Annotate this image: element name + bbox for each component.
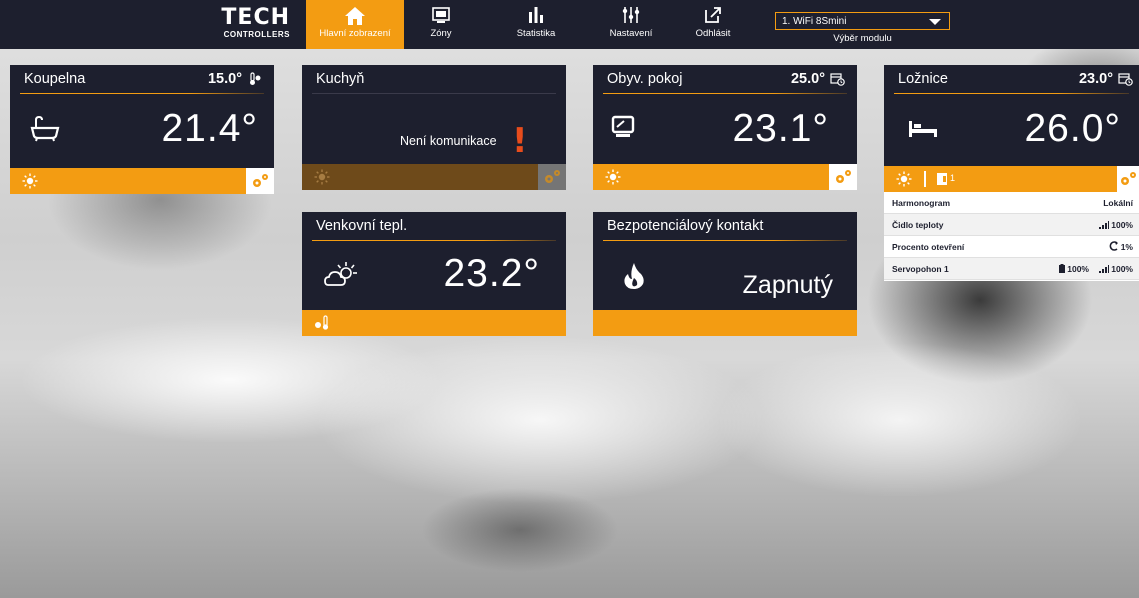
detail-row-actuator: Servopohon 1 100% 100% — [884, 258, 1139, 280]
tile-footer — [302, 164, 566, 190]
set-temperature: 25.0° — [790, 71, 825, 87]
tile-header: Obyv. pokoj 25.0° — [593, 65, 857, 92]
module-select[interactable]: 1. WiFi 8Smini — [775, 12, 950, 30]
logo: TECH CONTROLLERS — [221, 5, 290, 40]
flame-icon — [623, 262, 645, 295]
top-navigation-bar: TECH CONTROLLERS Hlavní zobrazení Zóny S… — [0, 0, 1139, 49]
tile-footer — [10, 168, 274, 194]
set-temperature: 23.0° — [1078, 71, 1113, 87]
calendar-clock-icon — [830, 72, 845, 91]
tile-header: Ložnice 23.0° — [884, 65, 1139, 92]
tile-title: Kuchyň — [316, 71, 365, 87]
tile-title: Koupelna — [24, 71, 86, 87]
signal-icon — [1099, 259, 1110, 281]
window-sensor-icon — [936, 172, 948, 191]
tile-bezpotencialovy-kontakt[interactable]: Bezpotenciálový kontakt Zapnutý — [593, 212, 857, 336]
tile-obyvaci-pokoj[interactable]: Obyv. pokoj 25.0° 23.1° — [593, 65, 857, 190]
thermometer-icon — [248, 72, 262, 91]
no-communication-message: Není komunikace — [400, 134, 497, 148]
current-temperature: 21.4° — [161, 107, 258, 150]
footer-separator — [924, 171, 926, 187]
current-temperature: 23.1° — [732, 107, 829, 150]
divider — [20, 93, 264, 94]
gears-icon[interactable] — [829, 164, 857, 190]
tile-title: Bezpotenciálový kontakt — [607, 218, 764, 234]
sun-icon — [605, 169, 621, 190]
home-icon — [306, 0, 404, 26]
divider — [603, 93, 847, 94]
tile-koupelna[interactable]: Koupelna 15.0° 21.4° — [10, 65, 274, 194]
current-temperature: 26.0° — [1024, 107, 1121, 150]
loznice-detail-panel: Harmonogram Lokální Čidlo teploty 100% P… — [884, 192, 1139, 281]
divider — [603, 240, 847, 241]
contact-status: Zapnutý — [742, 271, 833, 299]
settings-sliders-icon — [606, 0, 656, 26]
detail-row-sensor: Čidlo teploty 100% — [884, 214, 1139, 236]
monitor-icon — [611, 115, 635, 144]
tile-footer — [593, 310, 857, 336]
statistics-icon — [506, 0, 566, 26]
tile-footer: 1 — [884, 166, 1139, 192]
tile-kuchyn[interactable]: Kuchyň Není komunikace ! — [302, 65, 566, 190]
divider — [312, 93, 556, 94]
gears-icon[interactable] — [246, 168, 274, 194]
nav-item-settings[interactable]: Nastavení — [606, 0, 656, 49]
window-sensor-count: 1 — [950, 173, 956, 183]
nav-item-home[interactable]: Hlavní zobrazení — [306, 0, 404, 49]
divider — [312, 240, 556, 241]
zones-icon — [416, 0, 466, 26]
bed-icon — [908, 119, 938, 144]
outdoor-sensor-icon — [314, 315, 332, 336]
tile-footer — [302, 310, 566, 336]
logout-icon — [686, 0, 740, 26]
gears-icon[interactable] — [1117, 166, 1139, 192]
tile-title: Ložnice — [898, 71, 948, 87]
bathtub-icon — [30, 115, 60, 147]
set-temperature: 15.0° — [207, 71, 242, 87]
sun-icon — [314, 169, 330, 190]
tile-venkovni[interactable]: Venkovní tepl. 23.2° — [302, 212, 566, 336]
tile-header: Bezpotenciálový kontakt — [593, 212, 857, 239]
alert-icon: ! — [512, 121, 528, 161]
gears-icon[interactable] — [538, 164, 566, 190]
tile-footer — [593, 164, 857, 190]
current-temperature: 23.2° — [443, 252, 540, 295]
detail-row-opening: Procento otevření 1% — [884, 236, 1139, 258]
tile-title: Venkovní tepl. — [316, 218, 408, 234]
chevron-down-icon — [929, 19, 941, 25]
tile-header: Kuchyň — [302, 65, 566, 92]
tile-header: Koupelna 15.0° — [10, 65, 274, 92]
sun-icon — [896, 171, 912, 192]
nav-item-logout[interactable]: Odhlásit — [686, 0, 740, 49]
calendar-clock-icon — [1118, 72, 1133, 91]
valve-icon — [1109, 237, 1119, 259]
sun-icon — [22, 173, 38, 194]
nav-item-statistics[interactable]: Statistika — [506, 0, 566, 49]
nav-item-zones[interactable]: Zóny — [416, 0, 466, 49]
module-select-label: Výběr modulu — [833, 33, 892, 44]
detail-row-schedule: Harmonogram Lokální — [884, 192, 1139, 214]
weather-sun-cloud-icon — [324, 260, 360, 293]
tile-header: Venkovní tepl. — [302, 212, 566, 239]
tile-loznice[interactable]: Ložnice 23.0° 26.0° 1 — [884, 65, 1139, 192]
tile-title: Obyv. pokoj — [607, 71, 683, 87]
divider — [894, 93, 1129, 94]
signal-icon — [1099, 215, 1110, 237]
battery-icon — [1059, 259, 1066, 281]
